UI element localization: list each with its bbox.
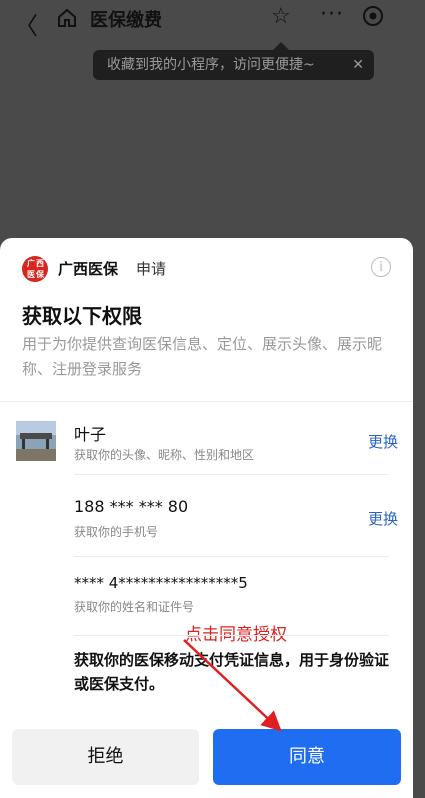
- arrow-icon: [183, 639, 282, 732]
